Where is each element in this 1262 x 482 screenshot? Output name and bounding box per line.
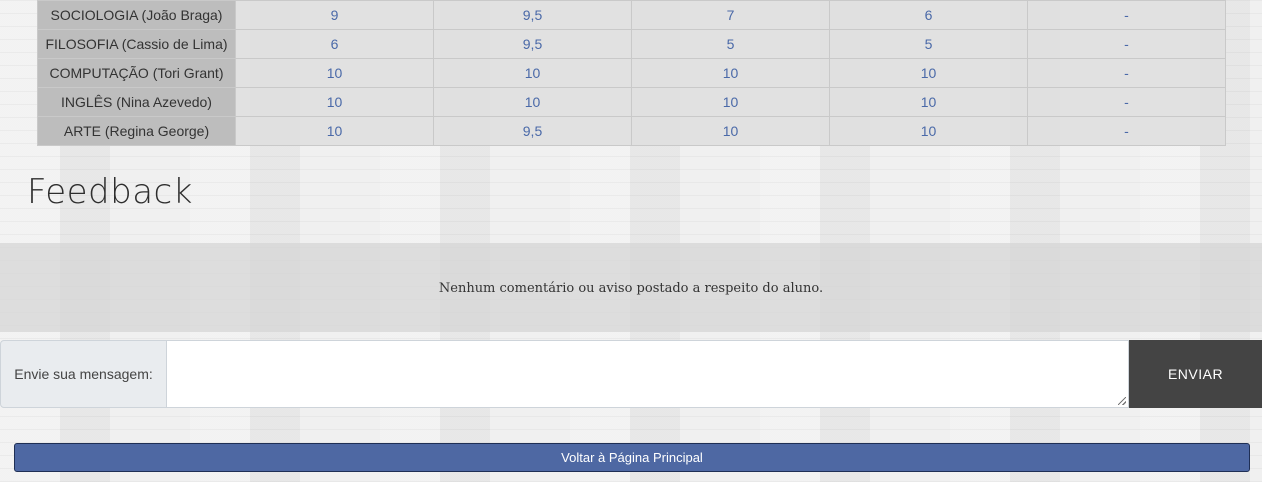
grade-cell: 5 <box>829 29 1028 59</box>
table-row: COMPUTAÇÃO (Tori Grant) 10 10 10 10 - <box>37 58 1226 88</box>
table-row: ARTE (Regina George) 10 9,5 10 10 - <box>37 116 1226 146</box>
grade-cell: - <box>1027 58 1226 88</box>
grade-cell: 10 <box>235 58 434 88</box>
table-row: INGLÊS (Nina Azevedo) 10 10 10 10 - <box>37 87 1226 117</box>
grade-cell: 5 <box>631 29 830 59</box>
message-textarea[interactable] <box>167 340 1129 408</box>
feedback-panel: Nenhum comentário ou aviso postado a res… <box>0 243 1262 332</box>
subject-cell: SOCIOLOGIA (João Braga) <box>37 0 236 30</box>
grade-cell: 10 <box>631 87 830 117</box>
message-form: Envie sua mensagem: ENVIAR <box>0 340 1262 408</box>
resize-grip-icon[interactable] <box>1118 397 1126 405</box>
grade-cell: 7 <box>631 0 830 30</box>
grade-cell: 9,5 <box>433 0 632 30</box>
grade-cell: 10 <box>433 58 632 88</box>
grade-cell: 9,5 <box>433 116 632 146</box>
grade-cell: 10 <box>433 87 632 117</box>
grade-cell: 9 <box>235 0 434 30</box>
grade-cell: 10 <box>829 116 1028 146</box>
message-label: Envie sua mensagem: <box>0 340 167 408</box>
subject-cell: ARTE (Regina George) <box>37 116 236 146</box>
grade-cell: 6 <box>235 29 434 59</box>
grade-cell: 10 <box>829 58 1028 88</box>
grade-cell: 10 <box>235 87 434 117</box>
feedback-empty-message: Nenhum comentário ou aviso postado a res… <box>438 281 824 296</box>
back-to-home-button[interactable]: Voltar à Página Principal <box>14 443 1250 472</box>
grade-cell: 10 <box>829 87 1028 117</box>
table-row: SOCIOLOGIA (João Braga) 9 9,5 7 6 - <box>37 0 1226 30</box>
grade-cell: 6 <box>829 0 1028 30</box>
grade-cell: - <box>1027 87 1226 117</box>
grade-cell: - <box>1027 116 1226 146</box>
grade-cell: 10 <box>631 116 830 146</box>
grade-cell: 10 <box>631 58 830 88</box>
grade-cell: - <box>1027 0 1226 30</box>
table-row: FILOSOFIA (Cassio de Lima) 6 9,5 5 5 - <box>37 29 1226 59</box>
subject-cell: INGLÊS (Nina Azevedo) <box>37 87 236 117</box>
grade-cell: 10 <box>235 116 434 146</box>
send-button[interactable]: ENVIAR <box>1129 340 1262 408</box>
feedback-title: Feedback <box>27 172 193 212</box>
grade-cell: 9,5 <box>433 29 632 59</box>
grade-cell: - <box>1027 29 1226 59</box>
subject-cell: FILOSOFIA (Cassio de Lima) <box>37 29 236 59</box>
subject-cell: COMPUTAÇÃO (Tori Grant) <box>37 58 236 88</box>
grades-table: SOCIOLOGIA (João Braga) 9 9,5 7 6 - FILO… <box>37 0 1226 146</box>
